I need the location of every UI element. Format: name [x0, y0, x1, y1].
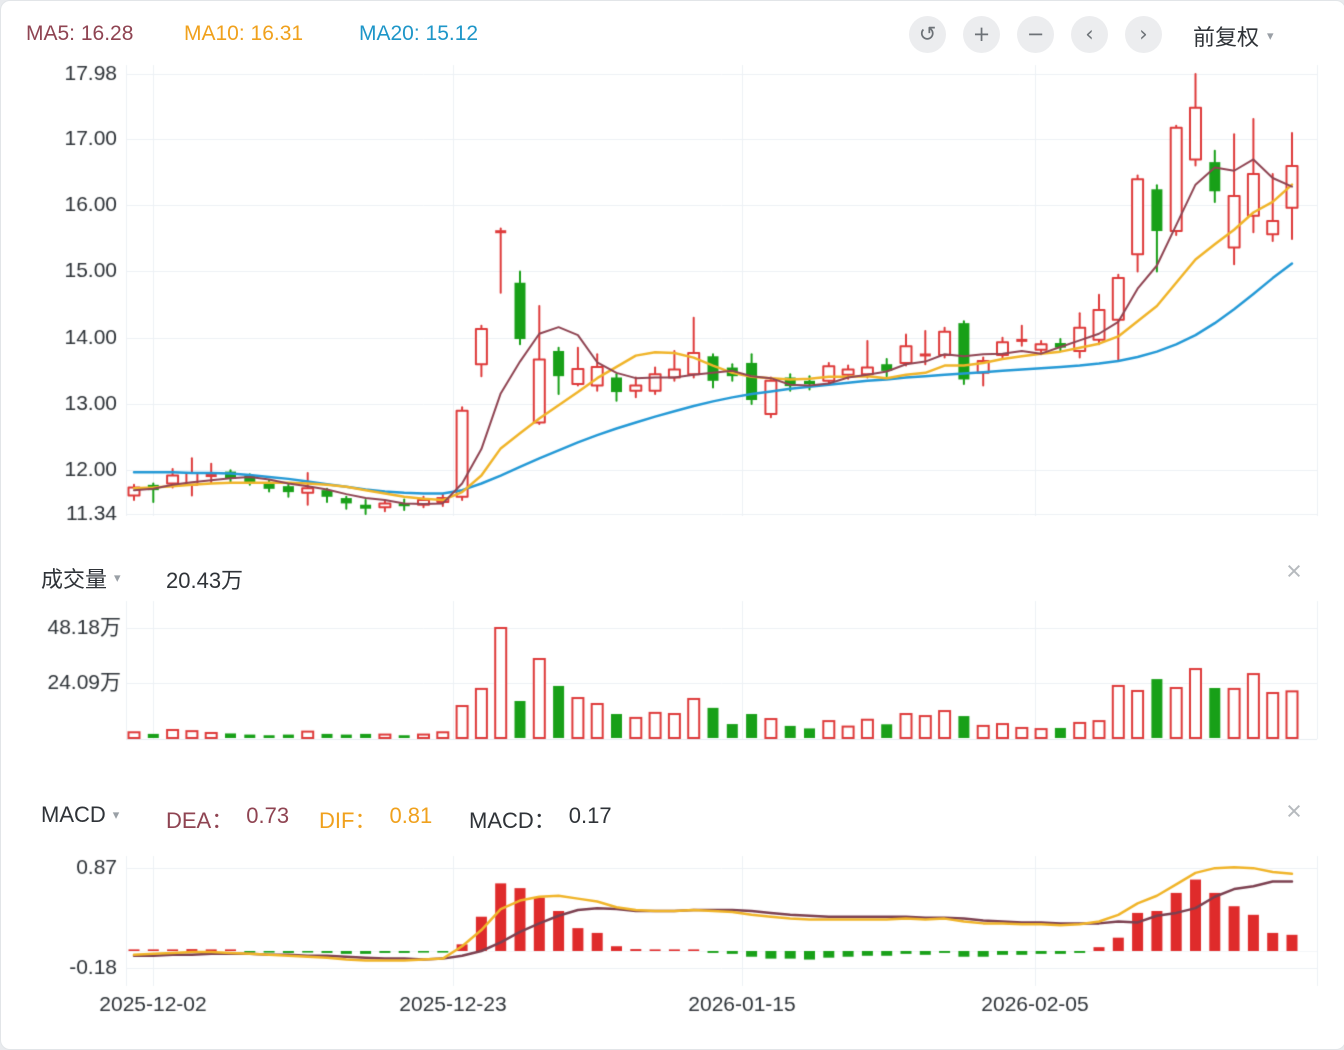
zoom-in-button[interactable]: +: [963, 16, 1000, 53]
candlestick-chart-canvas[interactable]: [1, 1, 1344, 1049]
ma5-legend: MA5: 16.28: [26, 22, 133, 46]
ma20-legend: MA20: 15.12: [359, 22, 478, 46]
macd-pane-title: MACD: [41, 802, 106, 828]
undo-icon: ↺: [919, 24, 937, 45]
close-icon: ×: [1286, 556, 1302, 586]
chevron-down-icon: ▾: [1267, 29, 1274, 44]
ma10-legend: MA10: 16.31: [184, 22, 303, 46]
prev-button[interactable]: ‹: [1071, 16, 1108, 53]
dea-stat: DEA： 0.73: [166, 803, 289, 835]
adjustment-label: 前复权: [1193, 20, 1259, 52]
chevron-left-icon: ‹: [1085, 24, 1093, 45]
price-adjustment-dropdown[interactable]: 前复权 ▾: [1193, 20, 1274, 52]
chevron-down-icon: ▾: [113, 808, 120, 823]
close-icon: ×: [1286, 796, 1302, 826]
macd-label: MACD：: [469, 803, 556, 835]
volume-pane-dropdown[interactable]: 成交量 ▾: [41, 562, 121, 594]
zoom-out-icon: −: [1027, 24, 1045, 45]
macd-pane-dropdown[interactable]: MACD ▾: [41, 802, 119, 828]
dif-value: 0.81: [389, 803, 432, 835]
zoom-in-icon: +: [973, 24, 991, 45]
volume-pane-close-button[interactable]: ×: [1277, 554, 1311, 588]
volume-pane-title: 成交量: [41, 562, 107, 594]
macd-stat: MACD： 0.17: [469, 803, 612, 835]
chevron-down-icon: ▾: [114, 571, 121, 586]
macd-value: 0.17: [569, 803, 612, 835]
next-button[interactable]: ›: [1125, 16, 1162, 53]
undo-button[interactable]: ↺: [909, 16, 946, 53]
chevron-right-icon: ›: [1139, 24, 1147, 45]
dea-label: DEA：: [166, 803, 233, 835]
chart-toolbar: ↺ + − ‹ ›: [909, 16, 1162, 53]
zoom-out-button[interactable]: −: [1017, 16, 1054, 53]
volume-current-value: 20.43万: [166, 563, 243, 595]
dif-stat: DIF： 0.81: [319, 803, 432, 835]
stock-chart-panel: MA5: 16.28 MA10: 16.31 MA20: 15.12 ↺ + −…: [0, 0, 1344, 1050]
macd-pane-close-button[interactable]: ×: [1277, 794, 1311, 828]
dif-label: DIF：: [319, 803, 376, 835]
dea-value: 0.73: [246, 803, 289, 835]
